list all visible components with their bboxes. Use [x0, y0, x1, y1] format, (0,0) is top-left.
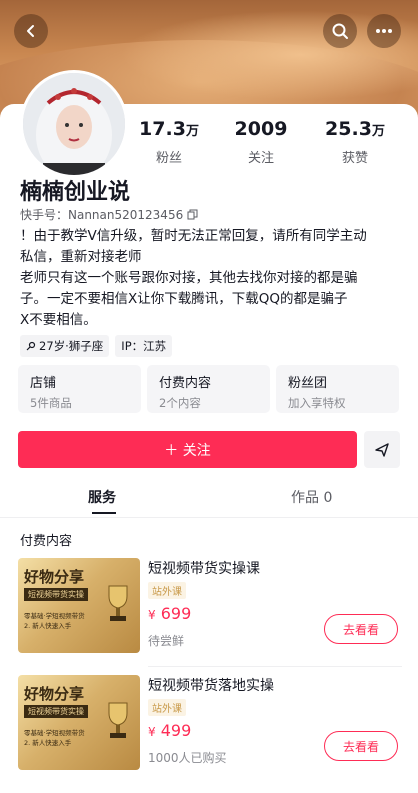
more-dots-icon [376, 29, 392, 33]
card-paid-content[interactable]: 付费内容 2个内容 [147, 365, 270, 413]
card-fan-club[interactable]: 粉丝团 加入享特权 [276, 365, 399, 413]
chevron-left-icon [27, 25, 34, 37]
product-subtext: 1000人已购买 [148, 751, 227, 765]
profile-cards: 店铺 5件商品 付费内容 2个内容 粉丝团 加入享特权 [18, 365, 399, 413]
product-badge: 站外课 [148, 699, 186, 716]
search-icon [332, 23, 348, 39]
product-thumbnail[interactable]: 好物分享 短视频带货实操 零基础·学短视频带货 2. 新人快速入手 [18, 675, 140, 770]
tab-indicator [92, 512, 116, 514]
stat-following[interactable]: 2009 关注 [216, 118, 306, 166]
product-subtext: 待尝鲜 [148, 634, 185, 648]
ip-tag: IP：江苏 [115, 335, 173, 357]
product-price: ¥ 699 [148, 604, 192, 623]
copy-icon[interactable] [187, 209, 198, 220]
trophy-icon [108, 585, 128, 621]
card-shop[interactable]: 店铺 5件商品 [18, 365, 141, 413]
product-badge: 站外课 [148, 582, 186, 599]
back-button[interactable] [14, 14, 48, 48]
product-item[interactable]: 好物分享 短视频带货实操 零基础·学短视频带货 2. 新人快速入手 短视频带货落… [18, 675, 402, 785]
view-button[interactable]: 去看看 [324, 614, 398, 644]
stat-likes[interactable]: 25.3万 获赞 [310, 118, 400, 166]
share-button[interactable] [364, 431, 400, 468]
more-button[interactable] [367, 14, 401, 48]
tab-works[interactable]: 作品 0 [291, 487, 332, 507]
age-tag: 27岁·狮子座 [20, 335, 110, 357]
stat-label: 粉丝 [155, 151, 182, 166]
profile-bio: ！由于教学V信升级，暂时无法正常回复，请所有同学主动 私信，重新对接老师 老师只… [20, 228, 367, 328]
divider [148, 666, 402, 667]
product-item[interactable]: 好物分享 短视频带货实操 零基础·学短视频带货 2. 新人快速入手 短视频带货实… [18, 558, 402, 668]
product-title[interactable]: 短视频带货落地实操 [148, 675, 274, 695]
pin-icon [26, 341, 36, 351]
view-button[interactable]: 去看看 [324, 731, 398, 761]
trophy-icon [108, 702, 128, 738]
profile-name: 楠楠创业说 [20, 180, 131, 205]
product-thumbnail[interactable]: 好物分享 短视频带货实操 零基础·学短视频带货 2. 新人快速入手 [18, 558, 140, 653]
profile-tags: 27岁·狮子座 IP：江苏 [20, 335, 173, 357]
section-title: 付费内容 [20, 534, 73, 549]
product-title[interactable]: 短视频带货实操课 [148, 558, 260, 578]
search-button[interactable] [323, 14, 357, 48]
tab-service[interactable]: 服务 [88, 487, 116, 507]
stat-label: 获赞 [341, 151, 368, 166]
stat-followers[interactable]: 17.3万 粉丝 [124, 118, 214, 166]
send-icon [375, 442, 389, 457]
product-price: ¥ 499 [148, 721, 192, 740]
user-id: 快手号：Nannan520123456 [20, 208, 184, 222]
stat-label: 关注 [247, 151, 274, 166]
divider [0, 517, 418, 518]
follow-button[interactable]: ＋ 关注 [18, 431, 357, 468]
user-id-row[interactable]: 快手号：Nannan520123456 [20, 206, 198, 223]
avatar[interactable] [20, 70, 128, 178]
